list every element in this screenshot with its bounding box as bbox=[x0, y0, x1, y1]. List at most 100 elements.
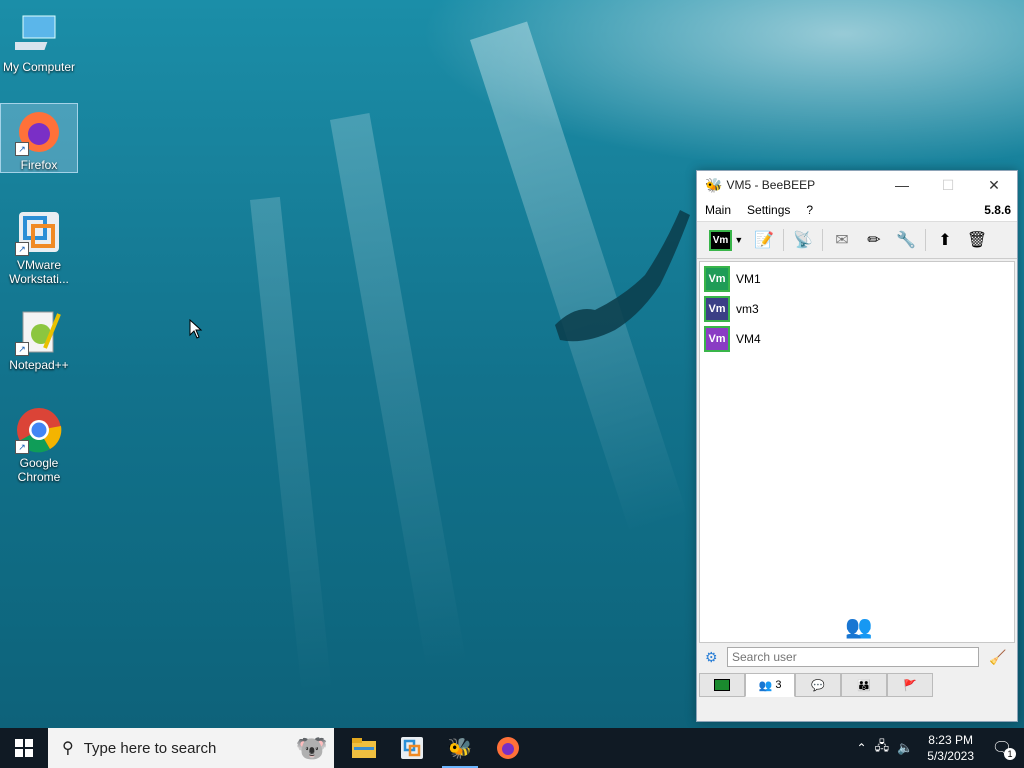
shortcut-arrow-icon: ↗ bbox=[15, 242, 29, 256]
taskbar-search-box[interactable]: ⚲ Type here to search 🐨 bbox=[48, 728, 334, 768]
computer-icon bbox=[4, 10, 63, 58]
toolbar-separator bbox=[783, 229, 784, 251]
maximize-button[interactable]: ☐ bbox=[925, 171, 971, 199]
tab-bar: 👥 3 💬 👪 🚩 bbox=[699, 673, 933, 697]
light-ray bbox=[330, 113, 467, 672]
network-icon[interactable]: 📡 bbox=[790, 227, 816, 253]
mail-icon[interactable]: ✉ bbox=[829, 227, 855, 253]
network-icon[interactable]: 🖧 bbox=[875, 737, 890, 759]
koala-icon: 🐨 bbox=[295, 732, 328, 763]
tab-users[interactable]: 👥 3 bbox=[745, 673, 795, 697]
trash-icon[interactable]: 🗑 bbox=[964, 227, 990, 253]
desktop-icon-vmware[interactable]: ↗ VMware Workstati... bbox=[1, 204, 77, 288]
shortcut-arrow-icon: ↗ bbox=[15, 440, 29, 454]
chrome-icon: ↗ bbox=[15, 406, 63, 454]
user-name: VM4 bbox=[736, 332, 761, 346]
swimmer-silhouette bbox=[555, 210, 690, 342]
menu-bar: Main Settings ? 5.8.6 bbox=[697, 199, 1017, 221]
flag-icon: 🚩 bbox=[903, 679, 917, 692]
mouse-cursor-icon bbox=[189, 319, 203, 339]
version-label: 5.8.6 bbox=[984, 203, 1011, 217]
title-bar[interactable]: 🐝 VM5 - BeeBEEP — ☐ ✕ bbox=[697, 171, 1017, 199]
shortcut-arrow-icon: ↗ bbox=[15, 142, 29, 156]
status-button[interactable]: Vm ▼ bbox=[707, 227, 745, 253]
avatar: Vm bbox=[704, 296, 730, 322]
user-count: 3 bbox=[775, 679, 782, 691]
shortcut-arrow-icon: ↗ bbox=[15, 342, 29, 356]
tab-home[interactable] bbox=[699, 673, 745, 697]
notepadpp-icon: ↗ bbox=[15, 308, 63, 356]
menu-settings[interactable]: Settings bbox=[739, 203, 798, 217]
taskbar-firefox[interactable] bbox=[484, 728, 532, 768]
desktop-icon-chrome[interactable]: ↗ Google Chrome bbox=[1, 402, 77, 486]
beebeep-window: 🐝 VM5 - BeeBEEP — ☐ ✕ Main Settings ? 5.… bbox=[696, 170, 1018, 722]
avatar: Vm bbox=[704, 326, 730, 352]
avatar: Vm bbox=[704, 266, 730, 292]
chat-icon: 💬 bbox=[811, 679, 825, 692]
folder-icon bbox=[352, 738, 376, 758]
chevron-up-icon[interactable]: ⌃ bbox=[857, 741, 867, 755]
toolbar-separator bbox=[822, 229, 823, 251]
taskbar-beebeep[interactable]: 🐝 bbox=[436, 728, 484, 768]
firefox-icon bbox=[497, 737, 519, 759]
search-icon: ⚲ bbox=[62, 740, 74, 757]
system-tray: ⌃ 🖧 🔈 8:23 PM 5/3/2023 🗨 1 bbox=[857, 732, 1024, 764]
group-icon: 👪 bbox=[857, 679, 871, 692]
desktop-icon-notepadpp[interactable]: ↗ Notepad++ bbox=[1, 304, 77, 372]
list-item[interactable]: Vm VM4 bbox=[700, 324, 1014, 354]
notification-badge: 1 bbox=[1004, 748, 1016, 760]
users-icon: 👥 bbox=[758, 679, 773, 692]
clear-search-icon[interactable]: 🧹 bbox=[989, 649, 1006, 666]
desktop-icon-label: Firefox bbox=[20, 158, 58, 172]
taskbar-file-explorer[interactable] bbox=[340, 728, 388, 768]
user-name: VM1 bbox=[736, 272, 761, 286]
minimize-button[interactable]: — bbox=[879, 171, 925, 199]
tab-files[interactable]: 🚩 bbox=[887, 673, 933, 697]
users-group-icon: 👥 bbox=[845, 614, 873, 639]
desktop-icon-label: Google Chrome bbox=[17, 456, 61, 484]
desktop-icon-label: My Computer bbox=[2, 60, 76, 74]
close-button[interactable]: ✕ bbox=[971, 171, 1017, 199]
vmware-icon: ↗ bbox=[15, 208, 63, 256]
tools-icon[interactable]: 🔧 bbox=[893, 227, 919, 253]
taskbar-vmware[interactable] bbox=[388, 728, 436, 768]
update-icon[interactable]: ⬆ bbox=[932, 227, 958, 253]
clock-date: 5/3/2023 bbox=[927, 749, 974, 763]
toolbar: Vm ▼ 📝 📡 ✉ ✏ 🔧 ⬆ 🗑 bbox=[697, 221, 1017, 259]
vmware-icon bbox=[401, 737, 423, 759]
gear-icon[interactable]: ⚙ bbox=[705, 649, 718, 666]
menu-help[interactable]: ? bbox=[798, 203, 821, 217]
firefox-icon: ↗ bbox=[15, 108, 63, 156]
list-item[interactable]: Vm vm3 bbox=[700, 294, 1014, 324]
light-ray bbox=[250, 196, 333, 698]
windows-logo-icon bbox=[15, 739, 33, 757]
start-button[interactable] bbox=[0, 728, 48, 768]
tab-groups[interactable]: 👪 bbox=[841, 673, 887, 697]
write-message-icon[interactable]: ✏ bbox=[861, 227, 887, 253]
volume-icon[interactable]: 🔈 bbox=[897, 740, 913, 756]
status-avatar: Vm bbox=[708, 229, 733, 251]
notification-button[interactable]: 🗨 1 bbox=[988, 734, 1016, 762]
clock[interactable]: 8:23 PM 5/3/2023 bbox=[921, 732, 980, 764]
user-name: vm3 bbox=[736, 302, 759, 316]
list-item[interactable]: Vm VM1 bbox=[700, 264, 1014, 294]
window-title: VM5 - BeeBEEP bbox=[726, 178, 816, 192]
taskbar-search-placeholder: Type here to search bbox=[83, 739, 217, 757]
tab-chats[interactable]: 💬 bbox=[795, 673, 841, 697]
toolbar-separator bbox=[925, 229, 926, 251]
taskbar: ⚲ Type here to search 🐨 🐝 ⌃ 🖧 🔈 8:23 PM … bbox=[0, 728, 1024, 768]
monitor-icon bbox=[714, 679, 730, 691]
chevron-down-icon: ▼ bbox=[734, 235, 744, 245]
bee-icon: 🐝 bbox=[447, 737, 473, 760]
desktop-icon-label: VMware Workstati... bbox=[9, 258, 69, 286]
user-list: Vm VM1 Vm vm3 Vm VM4 👥 bbox=[699, 261, 1015, 643]
search-row: ⚙ 🧹 bbox=[699, 643, 1013, 671]
desktop-icon-firefox[interactable]: ↗ Firefox bbox=[0, 103, 78, 173]
clock-time: 8:23 PM bbox=[928, 733, 973, 747]
desktop-icon-my-computer[interactable]: My Computer bbox=[1, 6, 77, 76]
desktop-icon-label: Notepad++ bbox=[9, 358, 69, 372]
menu-main[interactable]: Main bbox=[697, 203, 739, 217]
bee-icon: 🐝 bbox=[705, 176, 723, 193]
profile-edit-icon[interactable]: 📝 bbox=[751, 227, 777, 253]
search-input[interactable] bbox=[727, 647, 979, 667]
